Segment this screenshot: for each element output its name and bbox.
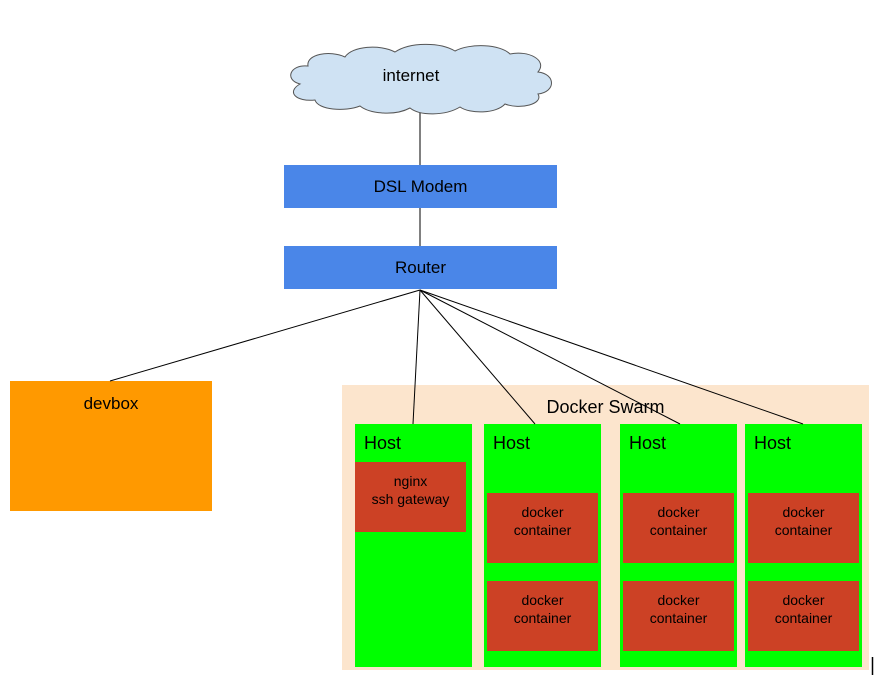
dsl-modem-node: DSL Modem bbox=[284, 165, 557, 208]
internet-label: internet bbox=[382, 66, 440, 85]
router-label: Router bbox=[394, 257, 447, 277]
connection-lines bbox=[109, 43, 874, 675]
link-router-devbox bbox=[109, 289, 421, 382]
router-node: Router bbox=[284, 246, 557, 289]
dsl-modem-label: DSL Modem bbox=[373, 176, 468, 196]
link-router-host3 bbox=[419, 289, 681, 425]
link-router-host1 bbox=[412, 289, 421, 425]
